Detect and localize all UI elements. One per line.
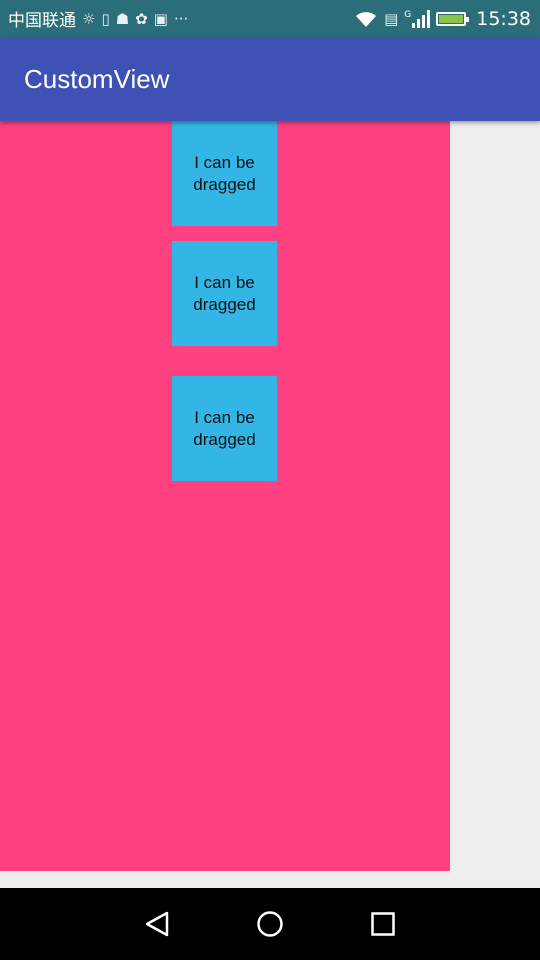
back-button[interactable] (137, 904, 177, 944)
recents-button[interactable] (363, 904, 403, 944)
box-label-line1: I can be (194, 407, 255, 427)
app-bar: CustomView (0, 37, 540, 121)
bird-icon: ✿ (135, 9, 148, 28)
clock: 15:38 (476, 7, 531, 30)
home-icon (257, 911, 283, 937)
bag-icon: ▣ (153, 9, 168, 28)
draggable-box-1[interactable]: I can be dragged (172, 121, 277, 226)
back-icon (145, 911, 168, 937)
wifi-icon (356, 11, 377, 27)
sim-icon: ▯ (101, 9, 110, 28)
box-label-line1: I can be (194, 152, 255, 172)
navigation-bar (0, 888, 540, 960)
signal-group: G (404, 9, 431, 28)
network-type-label: G (404, 9, 412, 20)
box-label-line1: I can be (194, 272, 255, 292)
recents-icon (371, 912, 396, 936)
box-label-line2: dragged (193, 174, 256, 194)
status-left: 中国联通 ☼ ▯ ☗ ✿ ▣ ··· (0, 6, 189, 32)
box-label: I can be dragged (193, 272, 255, 316)
draggable-box-2[interactable]: I can be dragged (172, 241, 277, 346)
box-label: I can be dragged (193, 152, 255, 196)
more-icon: ··· (173, 9, 189, 28)
brightness-icon: ☼ (82, 9, 96, 28)
carrier-label: 中国联通 (8, 11, 76, 31)
status-bar: 中国联通 ☼ ▯ ☗ ✿ ▣ ··· ▤ G 15:38 (0, 0, 540, 37)
battery-icon (436, 11, 470, 26)
status-right: ▤ G 15:38 (354, 8, 540, 30)
box-label: I can be dragged (193, 407, 255, 451)
home-button[interactable] (250, 904, 290, 944)
sim-status-icon: ▤ (384, 9, 399, 28)
android-icon: ☗ (115, 9, 130, 28)
box-label-line2: dragged (193, 429, 256, 449)
signal-icon (412, 9, 431, 28)
app-title: CustomView (24, 63, 170, 94)
draggable-box-3[interactable]: I can be dragged (172, 376, 277, 481)
box-label-line2: dragged (193, 294, 256, 314)
drag-container: I can be dragged I can be dragged I can … (0, 121, 450, 871)
